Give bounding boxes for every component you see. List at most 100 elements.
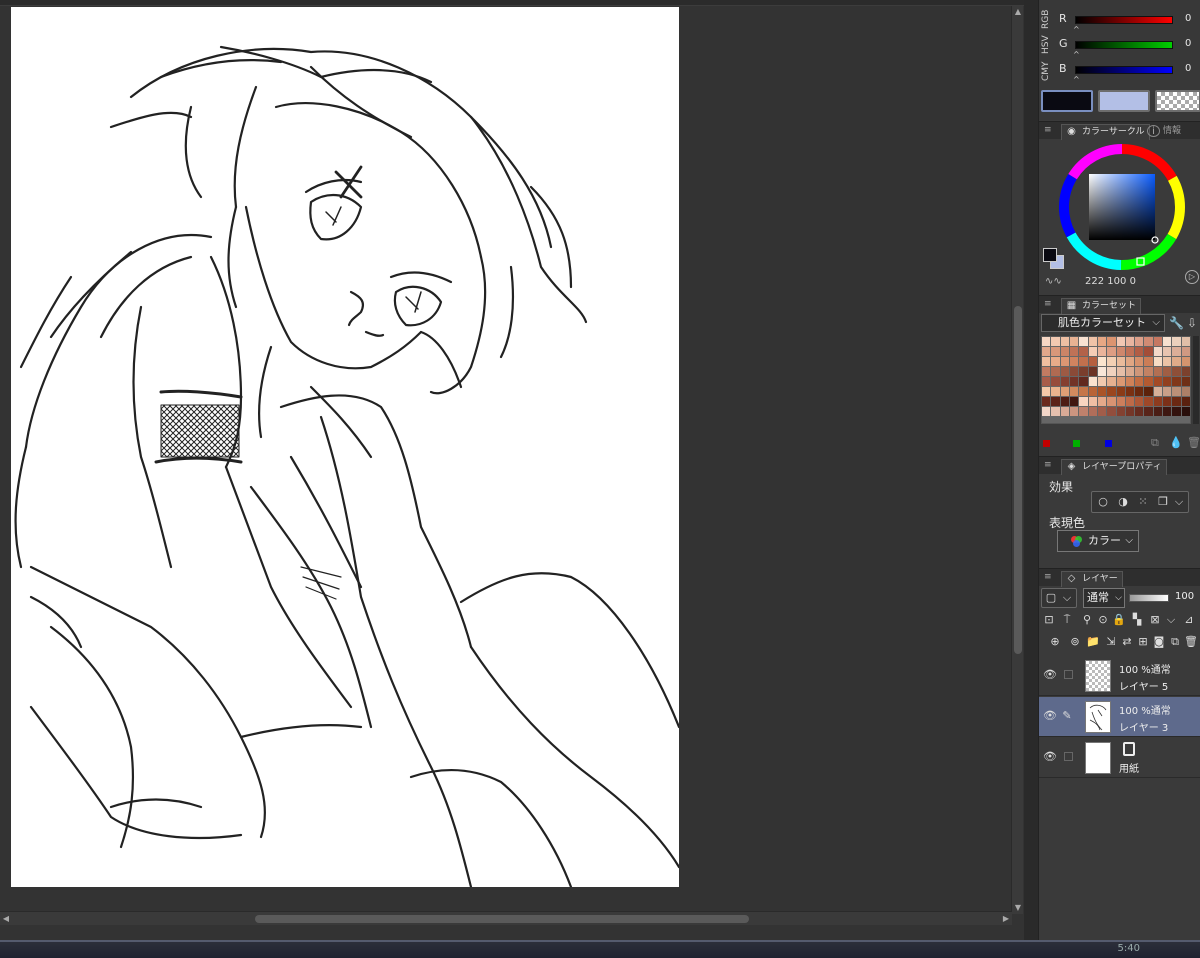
palette-swatch[interactable] — [1125, 367, 1135, 376]
palette-swatch[interactable] — [1051, 387, 1060, 396]
palette-swatch[interactable] — [1051, 377, 1060, 386]
palette-swatch[interactable] — [1060, 407, 1069, 416]
panel-grip-icon[interactable]: ≡ — [1044, 299, 1052, 309]
palette-swatch[interactable] — [1079, 377, 1088, 386]
palette-swatch[interactable] — [1088, 387, 1097, 396]
saturation-value-square[interactable] — [1089, 174, 1155, 240]
lock-icon[interactable]: 🔒 — [1111, 612, 1127, 628]
eye-icon[interactable]: 👁 — [1043, 750, 1057, 764]
palette-swatch[interactable] — [1079, 397, 1088, 406]
slider-g-value[interactable]: 0 — [1185, 38, 1191, 49]
palette-swatch[interactable] — [1088, 377, 1097, 386]
palette-swatch[interactable] — [1144, 367, 1153, 376]
slider-r[interactable]: R ^ 0 ︿﹀ — [1059, 8, 1200, 34]
eye-icon[interactable]: 👁 — [1043, 709, 1057, 723]
palette-swatch[interactable] — [1069, 407, 1079, 416]
palette-swatch[interactable] — [1163, 387, 1172, 396]
palette-swatch[interactable] — [1042, 387, 1051, 396]
slider-g[interactable]: G ^ 0 ︿﹀ — [1059, 33, 1200, 59]
tab-layer[interactable]: ◇ レイヤー — [1061, 571, 1123, 587]
palette-icon[interactable]: ⊙ — [1095, 612, 1111, 628]
scroll-down-icon[interactable]: ▼ — [1012, 902, 1024, 914]
palette-swatch[interactable] — [1042, 377, 1051, 386]
copy-layer-icon[interactable]: ⧉ — [1167, 634, 1183, 650]
palette-swatch[interactable] — [1097, 407, 1107, 416]
new-mask-icon[interactable]: ⊞ — [1135, 634, 1151, 650]
palette-swatch[interactable] — [1125, 377, 1135, 386]
v-readout[interactable]: 0 — [1130, 276, 1136, 287]
palette-swatch[interactable] — [1181, 397, 1190, 406]
main-color-swatch[interactable] — [1041, 90, 1093, 112]
palette-swatch[interactable] — [1116, 387, 1125, 396]
palette-swatch[interactable] — [1125, 347, 1135, 356]
slider-r-bar[interactable] — [1075, 16, 1173, 24]
opacity-slider[interactable] — [1129, 594, 1169, 602]
vertical-scrollbar[interactable]: ▲ ▼ — [1011, 6, 1023, 914]
palette-swatch[interactable] — [1181, 377, 1190, 386]
color-set-dropdown[interactable]: 肌色カラーセット ⌵ — [1041, 314, 1165, 332]
canvas-area[interactable]: ▲ ▼ ◀ ▶ — [0, 0, 1024, 940]
palette-swatch[interactable] — [1116, 357, 1125, 366]
tab-cmy[interactable]: CMY — [1041, 58, 1051, 84]
palette-swatch[interactable] — [1107, 387, 1116, 396]
palette-swatch[interactable] — [1051, 357, 1060, 366]
palette-swatch[interactable] — [1051, 337, 1060, 346]
palette-swatch[interactable] — [1153, 387, 1163, 396]
palette-swatch[interactable] — [1135, 407, 1144, 416]
tab-info[interactable]: i 情報 — [1145, 124, 1185, 140]
slider-r-value[interactable]: 0 — [1185, 13, 1191, 24]
palette-swatch[interactable] — [1153, 377, 1163, 386]
palette-scrollbar[interactable] — [1193, 336, 1199, 424]
wrench-icon[interactable]: 🔧 — [1169, 316, 1184, 330]
palette-swatch[interactable] — [1051, 367, 1060, 376]
layer-checkbox[interactable] — [1064, 670, 1073, 679]
eye-icon[interactable]: 👁 — [1043, 668, 1057, 682]
palette-swatch[interactable] — [1144, 357, 1153, 366]
border-effect-icon[interactable]: ○ — [1096, 495, 1110, 509]
new-folder-icon[interactable]: 📁 — [1085, 634, 1101, 650]
palette-swatch[interactable] — [1042, 337, 1051, 346]
tab-color-circle[interactable]: ◉ カラーサークル — [1061, 124, 1150, 140]
panel-grip-icon[interactable]: ≡ — [1044, 460, 1052, 470]
trash-icon[interactable]: 🗑 — [1187, 436, 1200, 449]
expression-color-dropdown[interactable]: カラー ⌵ — [1057, 530, 1139, 552]
palette-swatch[interactable] — [1060, 347, 1069, 356]
palette-swatch[interactable] — [1079, 337, 1088, 346]
palette-swatch[interactable] — [1088, 397, 1097, 406]
palette-swatch[interactable] — [1116, 347, 1125, 356]
blue-dot-icon[interactable] — [1105, 440, 1112, 447]
slider-b-knob[interactable]: ^ — [1073, 75, 1080, 84]
panel-divider[interactable] — [1024, 0, 1038, 940]
palette-swatch[interactable] — [1153, 367, 1163, 376]
palette-swatch[interactable] — [1107, 397, 1116, 406]
palette-swatch[interactable] — [1069, 367, 1079, 376]
blend-mode-dropdown[interactable]: 通常 ⌵ — [1083, 588, 1125, 608]
panel-grip-icon[interactable]: ≡ — [1044, 572, 1052, 582]
add-color-icon[interactable]: 💧 — [1169, 436, 1183, 449]
panel-grip-icon[interactable]: ≡ — [1044, 125, 1052, 135]
ruler-icon[interactable]: ⊿ — [1181, 612, 1197, 628]
color-wheel[interactable] — [1057, 142, 1187, 272]
drawing-canvas[interactable] — [11, 7, 679, 887]
h-readout[interactable]: 222 — [1085, 276, 1104, 287]
s-readout[interactable]: 100 — [1107, 276, 1126, 287]
palette-swatch[interactable] — [1060, 387, 1069, 396]
palette-swatch[interactable] — [1060, 367, 1069, 376]
mask-icon[interactable]: ⊠ — [1147, 612, 1163, 628]
draft-icon[interactable]: ⚲ — [1079, 612, 1095, 628]
palette-swatch[interactable] — [1135, 367, 1144, 376]
palette-swatch[interactable] — [1144, 387, 1153, 396]
palette-swatch[interactable] — [1079, 357, 1088, 366]
palette-swatch[interactable] — [1172, 397, 1181, 406]
palette-swatch[interactable] — [1088, 347, 1097, 356]
layer-row-selected[interactable]: 👁 ✎ 100 %通常 レイヤー 3 — [1039, 697, 1200, 737]
slider-b[interactable]: B ^ 0 ︿﹀ — [1059, 58, 1200, 84]
transparent-color-swatch[interactable] — [1155, 90, 1200, 112]
slider-b-value[interactable]: 0 — [1185, 63, 1191, 74]
palette-swatch[interactable] — [1097, 337, 1107, 346]
palette-swatch[interactable] — [1125, 387, 1135, 396]
palette-swatch[interactable] — [1088, 337, 1097, 346]
clip-icon[interactable]: ⊡ — [1041, 612, 1057, 628]
merge-down-icon[interactable]: ⇲ — [1103, 634, 1119, 650]
palette-swatch[interactable] — [1069, 387, 1079, 396]
